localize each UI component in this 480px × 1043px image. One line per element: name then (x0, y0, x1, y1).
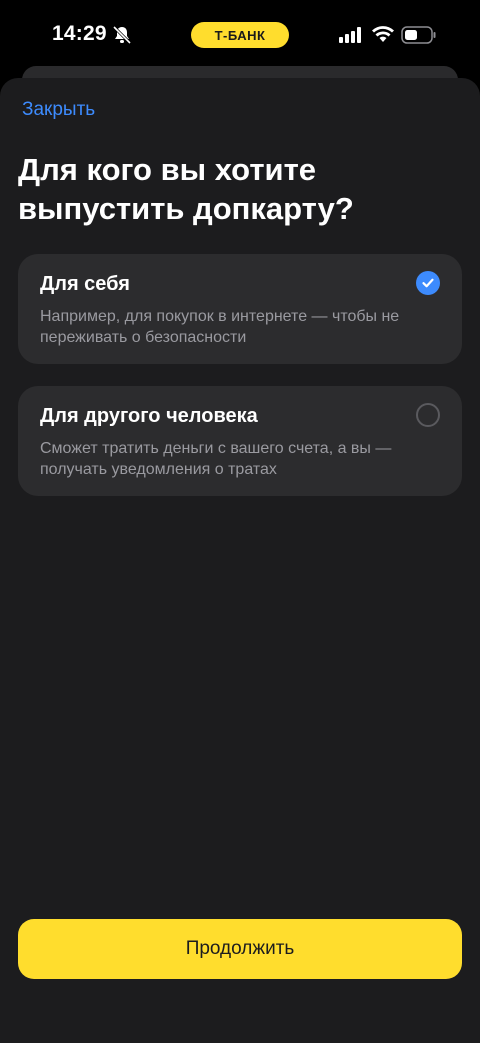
page-title: Для кого вы хотите выпустить допкарту? (18, 152, 354, 226)
status-bar: 14:29 Т-БАНК (0, 0, 480, 70)
option-title: Для другого человека (40, 405, 258, 427)
option-for-self[interactable]: Для себя Например, для покупок в интерне… (18, 254, 462, 364)
option-description: Сможет тратить деньги с вашего счета, а … (40, 440, 392, 478)
option-title: Для себя (40, 273, 130, 295)
radio-checked-icon[interactable] (416, 271, 440, 295)
radio-empty-icon[interactable] (416, 403, 440, 427)
option-for-other-person[interactable]: Для другого человека Сможет тратить день… (18, 386, 462, 496)
status-time: 14:29 (52, 22, 107, 45)
close-link[interactable]: Закрыть (22, 99, 95, 121)
option-description: Например, для покупок в интернете — чтоб… (40, 308, 400, 346)
cellular-signal-icon (339, 27, 363, 43)
continue-button[interactable]: Продолжить (18, 919, 462, 979)
bell-slash-icon (112, 25, 132, 45)
brand-pill: Т-БАНК (191, 22, 289, 48)
battery-icon (401, 25, 437, 45)
wifi-icon (371, 24, 395, 44)
